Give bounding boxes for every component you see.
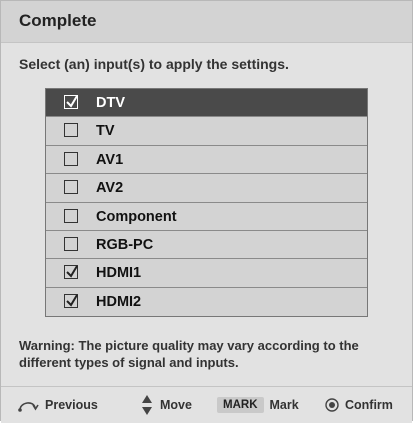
checkbox-checked-icon[interactable] (64, 95, 78, 109)
input-item-tv[interactable]: TV (46, 117, 367, 146)
confirm-label: Confirm (345, 398, 393, 412)
ok-circle-icon (325, 398, 339, 412)
return-arrow-icon (18, 402, 39, 412)
input-list: DTV TV AV1 AV2 Component RGB-PC HDMI1 HD… (45, 88, 368, 318)
input-item-av1[interactable]: AV1 (46, 145, 367, 175)
input-label: AV1 (96, 151, 124, 168)
mark-badge: MARK (217, 397, 264, 413)
mark-hint[interactable]: MARK Mark (217, 387, 299, 423)
input-label: Component (96, 208, 177, 225)
confirm-hint[interactable]: Confirm (325, 387, 393, 423)
mark-label: Mark (269, 398, 299, 412)
previous-label: Previous (45, 398, 98, 412)
input-label: RGB-PC (96, 236, 154, 253)
input-label: HDMI1 (96, 265, 142, 282)
instruction-text: Select (an) input(s) to apply the settin… (19, 56, 289, 72)
input-label: HDMI2 (96, 293, 142, 310)
footer-hints: Previous Move MARK Mark Confirm (1, 386, 412, 423)
move-label: Move (160, 398, 192, 412)
warning-text: Warning: The picture quality may vary ac… (19, 338, 359, 370)
input-label: TV (96, 123, 115, 140)
checkbox-unchecked-icon[interactable] (64, 236, 78, 251)
input-label: DTV (96, 95, 125, 111)
checkbox-unchecked-icon[interactable] (64, 123, 78, 138)
input-item-av2[interactable]: AV2 (46, 174, 367, 203)
input-item-dtv[interactable]: DTV (46, 89, 367, 118)
checkbox-unchecked-icon[interactable] (64, 208, 78, 223)
input-item-hdmi2[interactable]: HDMI2 (46, 287, 367, 317)
checkbox-unchecked-icon[interactable] (64, 151, 78, 166)
previous-hint[interactable]: Previous (17, 387, 98, 423)
checkbox-checked-icon[interactable] (64, 293, 78, 308)
input-item-hdmi1[interactable]: HDMI1 (46, 259, 367, 288)
input-label: AV2 (96, 180, 124, 197)
up-down-arrows-icon (142, 395, 152, 415)
title-bar: Complete (1, 1, 412, 43)
complete-dialog: Complete Select (an) input(s) to apply t… (0, 0, 413, 423)
dialog-title: Complete (19, 11, 97, 30)
input-item-component[interactable]: Component (46, 202, 367, 231)
move-hint[interactable]: Move (141, 387, 192, 423)
checkbox-unchecked-icon[interactable] (64, 180, 78, 195)
input-item-rgb-pc[interactable]: RGB-PC (46, 230, 367, 260)
checkbox-checked-icon[interactable] (64, 265, 78, 280)
